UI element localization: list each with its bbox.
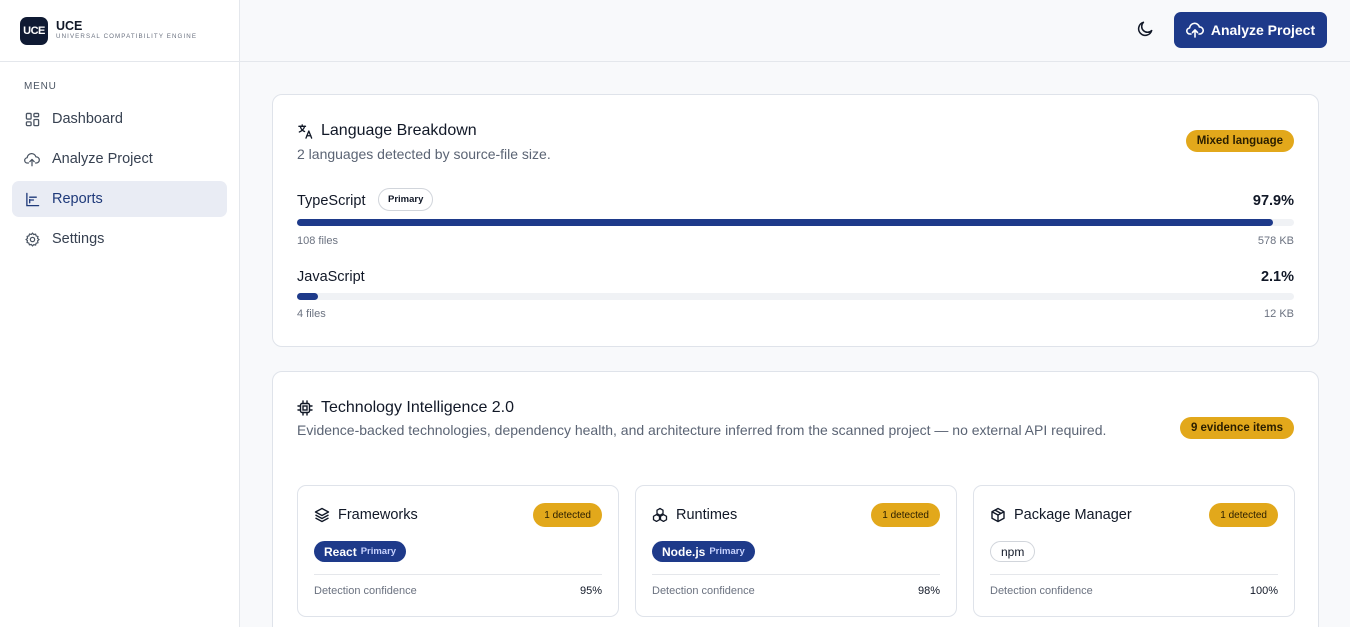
language-percent: 2.1% xyxy=(1260,269,1294,285)
divider xyxy=(652,574,940,575)
cloud-upload-icon xyxy=(24,151,40,167)
language-size: 578 KB xyxy=(1257,235,1294,247)
brand-name: UCE xyxy=(56,19,83,33)
sidebar-item-label: Settings xyxy=(52,231,105,247)
frameworks-panel: Frameworks 1 detected React Primary Dete… xyxy=(297,485,619,617)
sidebar-item-settings[interactable]: Settings xyxy=(12,221,227,257)
package-icon xyxy=(990,507,1006,523)
detected-count-badge: 1 detected xyxy=(533,503,602,527)
detected-count-badge: 1 detected xyxy=(871,503,940,527)
runtimes-title: Runtimes xyxy=(652,507,737,523)
technology-intelligence-subtitle: Evidence-backed technologies, dependency… xyxy=(297,422,1107,438)
theme-toggle-button[interactable] xyxy=(1133,19,1157,43)
confidence-label: Detection confidence xyxy=(314,585,417,597)
cpu-icon xyxy=(297,400,315,416)
confidence-value: 95% xyxy=(579,585,602,597)
language-progress-fill xyxy=(297,219,1274,226)
sidebar-item-label: Dashboard xyxy=(52,111,123,127)
sidebar-item-reports[interactable]: Reports xyxy=(12,181,227,217)
divider xyxy=(314,574,602,575)
confidence-value: 98% xyxy=(917,585,940,597)
analyze-project-label: Analyze Project xyxy=(1210,22,1316,38)
technology-chip-react[interactable]: React Primary xyxy=(314,541,407,562)
brand-logo: UCE xyxy=(20,16,48,45)
gear-icon xyxy=(24,231,40,247)
language-file-count: 4 files xyxy=(297,308,326,320)
language-breakdown-card: Language Breakdown 2 languages detected … xyxy=(272,94,1319,347)
sidebar-item-dashboard[interactable]: Dashboard xyxy=(12,101,227,137)
package-manager-title: Package Manager xyxy=(990,507,1132,523)
confidence-label: Detection confidence xyxy=(652,585,755,597)
language-size: 12 KB xyxy=(1264,308,1294,320)
sidebar-item-label: Analyze Project xyxy=(52,151,153,167)
language-progress-fill xyxy=(297,293,318,300)
technology-intelligence-title: Technology Intelligence 2.0 xyxy=(297,399,514,417)
sidebar: UCE UCE UNIVERSAL COMPATIBILITY ENGINE M… xyxy=(0,0,240,627)
language-progress-track xyxy=(297,293,1294,300)
package-manager-panel: Package Manager 1 detected npm Detection… xyxy=(973,485,1295,617)
confidence-value: 100% xyxy=(1249,585,1278,597)
bar-chart-icon xyxy=(24,191,40,207)
top-bar: Analyze Project xyxy=(240,0,1350,62)
language-breakdown-title: Language Breakdown xyxy=(297,122,477,140)
sidebar-item-analyze-project[interactable]: Analyze Project xyxy=(12,141,227,177)
moon-icon xyxy=(1136,19,1155,43)
grid-icon xyxy=(24,111,40,127)
layers-icon xyxy=(314,507,330,523)
detected-count-badge: 1 detected xyxy=(1209,503,1278,527)
mixed-language-badge: Mixed language xyxy=(1185,130,1294,152)
technology-chip-npm[interactable]: npm xyxy=(990,541,1036,562)
technology-intelligence-card: Technology Intelligence 2.0 Evidence-bac… xyxy=(272,371,1319,627)
boxes-icon xyxy=(652,507,668,523)
cloud-upload-icon xyxy=(1185,22,1204,38)
language-percent: 97.9% xyxy=(1252,193,1294,209)
confidence-label: Detection confidence xyxy=(990,585,1093,597)
menu-label: MENU xyxy=(24,81,57,92)
language-progress-track xyxy=(297,219,1294,226)
divider xyxy=(990,574,1278,575)
language-name: TypeScript xyxy=(297,193,366,209)
translate-icon xyxy=(297,123,315,140)
evidence-items-badge: 9 evidence items xyxy=(1179,417,1294,439)
primary-badge: Primary xyxy=(378,188,434,211)
language-file-count: 108 files xyxy=(297,235,338,247)
runtimes-panel: Runtimes 1 detected Node.js Primary Dete… xyxy=(635,485,957,617)
sidebar-nav: Dashboard Analyze Project Reports Settin… xyxy=(12,101,227,261)
frameworks-title: Frameworks xyxy=(314,507,418,523)
language-breakdown-subtitle: 2 languages detected by source-file size… xyxy=(297,146,551,162)
language-name: JavaScript xyxy=(297,269,365,285)
brand-subtitle: UNIVERSAL COMPATIBILITY ENGINE xyxy=(56,33,198,40)
brand[interactable]: UCE UCE UNIVERSAL COMPATIBILITY ENGINE xyxy=(0,0,239,62)
sidebar-item-label: Reports xyxy=(52,191,103,207)
technology-chip-nodejs[interactable]: Node.js Primary xyxy=(652,541,755,562)
analyze-project-button[interactable]: Analyze Project xyxy=(1174,12,1327,48)
